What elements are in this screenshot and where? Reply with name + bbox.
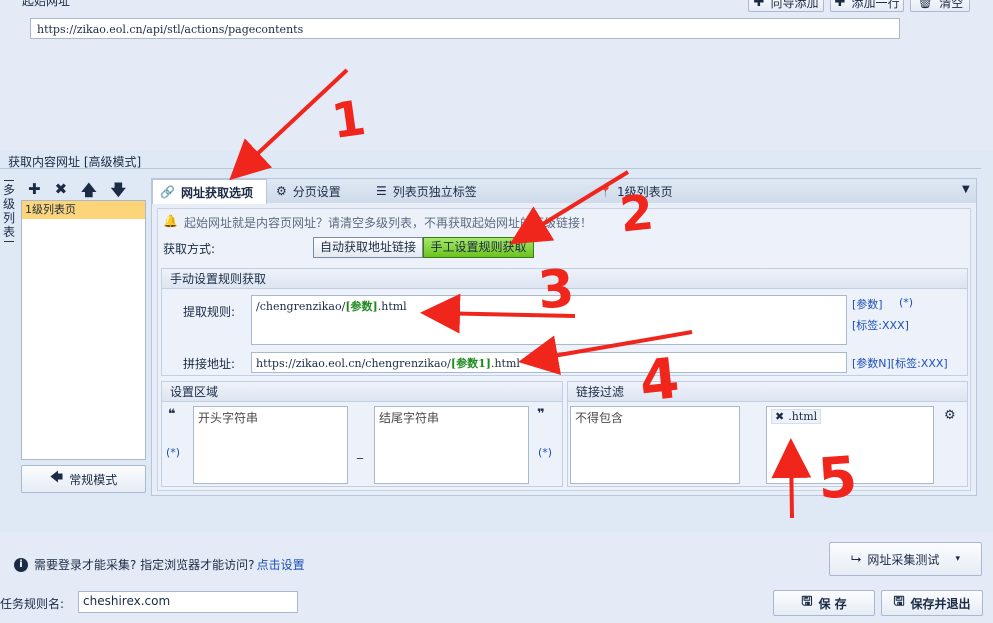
annotation-num-2: 2: [617, 184, 657, 244]
annotation-num-3: 3: [535, 258, 577, 322]
annotation-num-4: 4: [636, 346, 683, 415]
annotation-arrow-5: [771, 438, 812, 519]
annotation-overlay: [229, 68, 812, 519]
annotation-arrow-1: [229, 68, 349, 181]
annotation-num-5: 5: [815, 444, 860, 513]
annotation-arrow-2: [509, 170, 630, 245]
